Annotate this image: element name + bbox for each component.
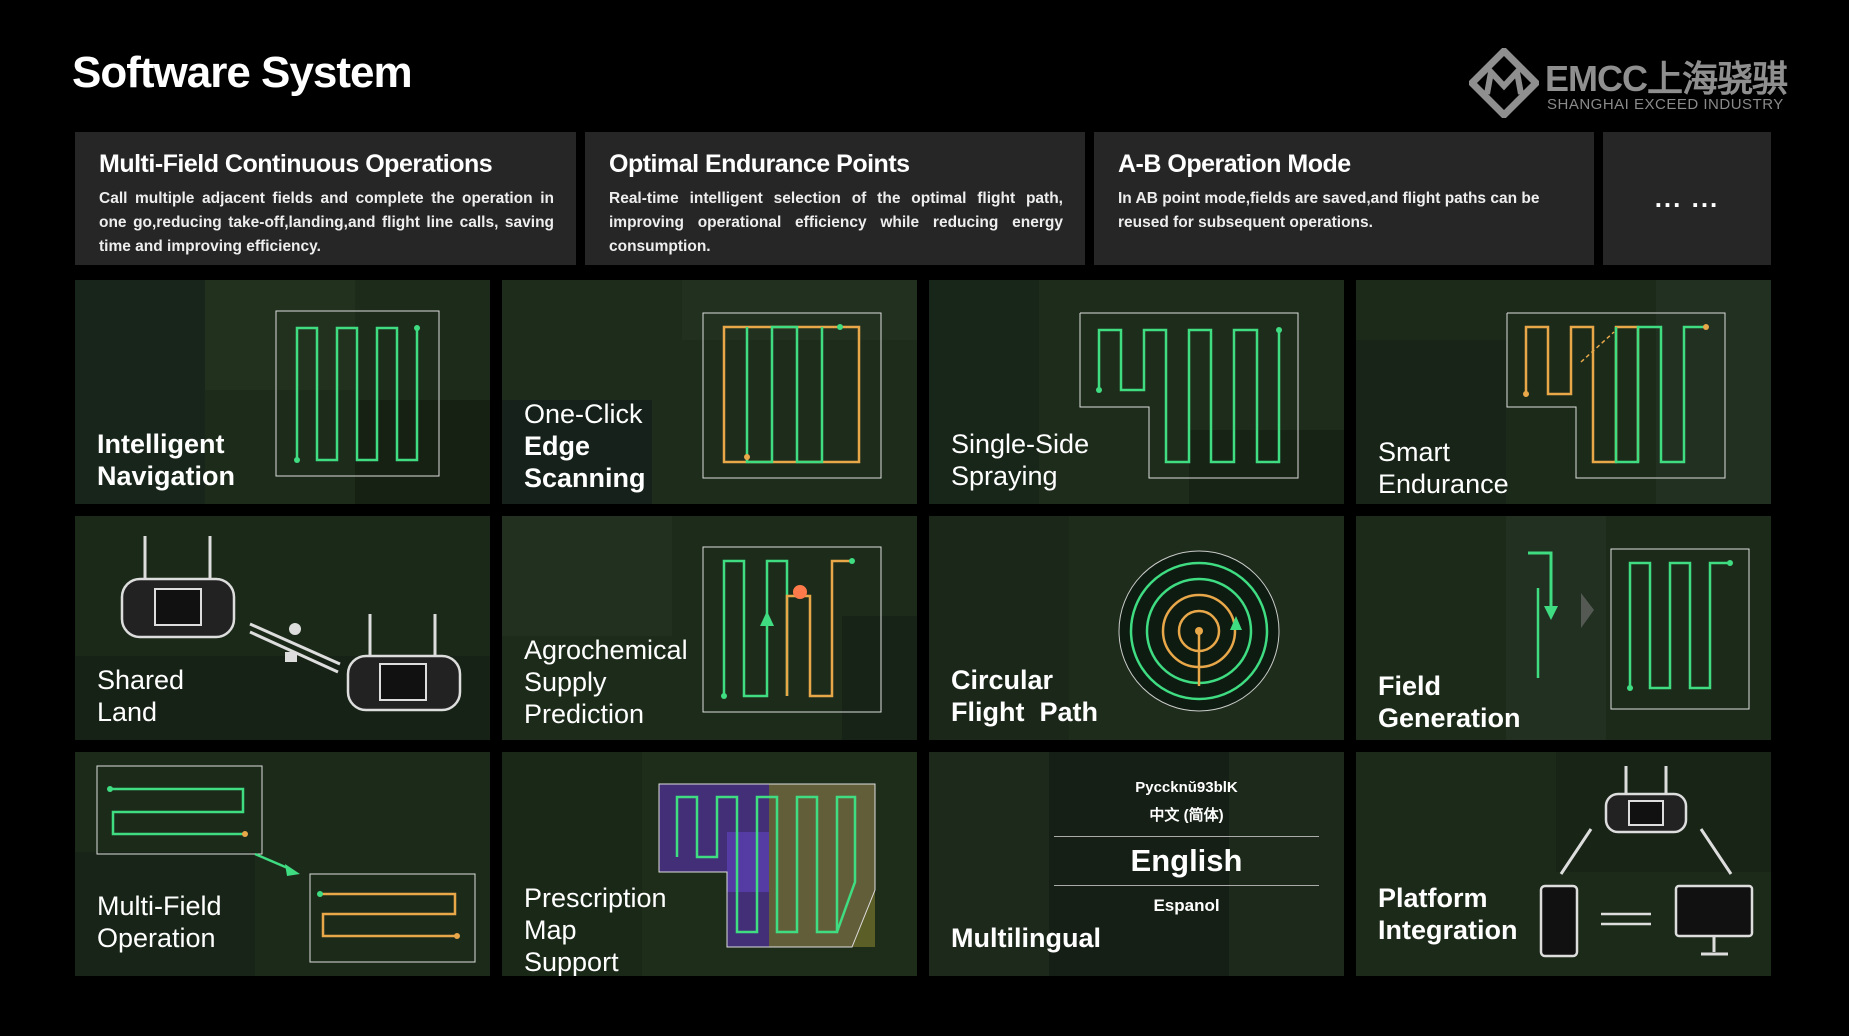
field-generation-icon bbox=[1528, 548, 1750, 710]
language-option-spanish[interactable]: Espanol bbox=[1054, 892, 1319, 920]
tile-multi-field-operation[interactable]: Multi-Field Operation bbox=[75, 752, 490, 976]
tile-edge-scanning[interactable]: One-Click Edge Scanning bbox=[502, 280, 917, 504]
feature-card-endurance-points: Optimal Endurance Points Real-time intel… bbox=[585, 132, 1085, 265]
circular-route-icon bbox=[1118, 550, 1280, 712]
page-title: Software System bbox=[72, 48, 413, 97]
tile-circular-flight-path[interactable]: Circular Flight Path bbox=[929, 516, 1344, 740]
tile-prescription-map[interactable]: Prescription Map Support bbox=[502, 752, 917, 976]
endurance-route-icon bbox=[1506, 312, 1726, 479]
tile-label: Multi-Field Operation bbox=[97, 891, 222, 953]
tile-intelligent-navigation[interactable]: Intelligent Navigation bbox=[75, 280, 490, 504]
feature-description: In AB point mode,fields are saved,and fl… bbox=[1118, 190, 1540, 231]
tile-label: Platform Integration bbox=[1378, 883, 1518, 945]
tile-smart-endurance[interactable]: Smart Endurance bbox=[1356, 280, 1771, 504]
tile-label: Field Generation bbox=[1378, 671, 1521, 733]
language-option-russian[interactable]: Pyccknŭ93blK bbox=[1054, 774, 1319, 802]
language-selector[interactable]: Pyccknŭ93blK 中文 (简体) English Espanol bbox=[1054, 774, 1319, 920]
tile-label: One-Click Edge Scanning bbox=[524, 399, 646, 493]
tile-shared-land[interactable]: Shared Land bbox=[75, 516, 490, 740]
tile-label: Shared Land bbox=[97, 665, 185, 727]
tile-label: Smart Endurance bbox=[1378, 437, 1509, 499]
zigzag-route-icon bbox=[275, 310, 440, 477]
tile-label: Agrochemical Supply Prediction bbox=[524, 635, 688, 729]
language-option-english-selected[interactable]: English bbox=[1054, 836, 1319, 886]
prescription-route-icon bbox=[658, 783, 876, 948]
more-features[interactable]: ... ... bbox=[1603, 132, 1771, 265]
tile-label: Circular Flight Path bbox=[951, 665, 1098, 727]
feature-title: A-B Operation Mode bbox=[1118, 150, 1351, 178]
tile-single-side-spraying[interactable]: Single-Side Spraying bbox=[929, 280, 1344, 504]
tile-agrochemical-prediction[interactable]: Agrochemical Supply Prediction bbox=[502, 516, 917, 740]
tile-field-generation[interactable]: Field Generation bbox=[1356, 516, 1771, 740]
tile-label: Prescription Map Support bbox=[524, 883, 667, 976]
emcc-logo-icon bbox=[1469, 48, 1539, 118]
tile-platform-integration[interactable]: Platform Integration bbox=[1356, 752, 1771, 976]
feature-card-multi-field: Multi-Field Continuous Operations Call m… bbox=[75, 132, 576, 265]
edge-scan-route-icon bbox=[702, 312, 882, 479]
logo-subtitle: SHANGHAI EXCEED INDUSTRY bbox=[1547, 96, 1784, 113]
company-logo: EMCC上海骁骐 SHANGHAI EXCEED INDUSTRY bbox=[1469, 46, 1788, 120]
platform-integration-icon bbox=[1539, 766, 1754, 958]
tile-label: Single-Side Spraying bbox=[951, 429, 1090, 491]
feature-title: Optimal Endurance Points bbox=[609, 150, 910, 178]
tile-label: Intelligent Navigation bbox=[97, 429, 236, 491]
logo-brand: EMCC上海骁骐 bbox=[1545, 58, 1788, 99]
supply-prediction-route-icon bbox=[702, 546, 882, 713]
tile-label: Multilingual bbox=[951, 923, 1101, 953]
tile-multilingual[interactable]: Pyccknŭ93blK 中文 (简体) English Espanol Mul… bbox=[929, 752, 1344, 976]
feature-card-ab-mode: A-B Operation Mode In AB point mode,fiel… bbox=[1094, 132, 1594, 265]
single-side-route-icon bbox=[1079, 312, 1299, 479]
feature-description: Real-time intelligent selection of the o… bbox=[609, 190, 1063, 255]
language-option-chinese[interactable]: 中文 (简体) bbox=[1054, 802, 1319, 830]
feature-description: Call multiple adjacent fields and comple… bbox=[99, 190, 554, 255]
feature-title: Multi-Field Continuous Operations bbox=[99, 150, 493, 178]
